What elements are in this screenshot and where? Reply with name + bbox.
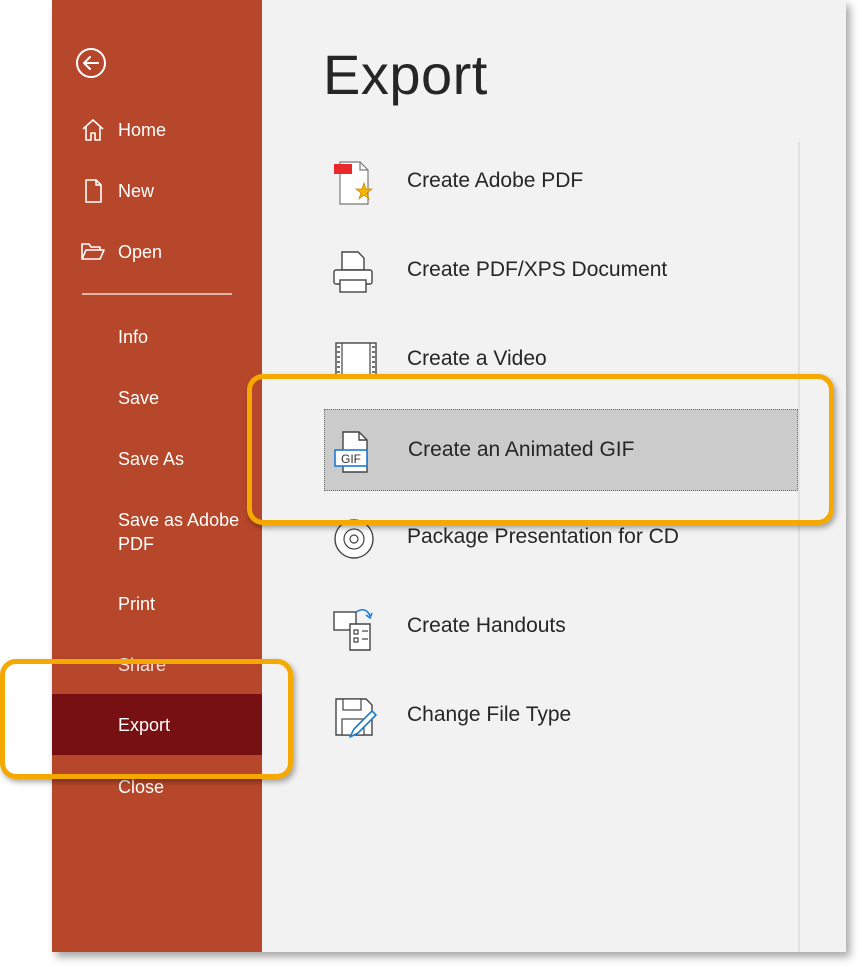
sidebar-item-print[interactable]: Print [52,579,262,629]
sidebar-item-info[interactable]: Info [52,312,262,362]
option-label: Create PDF/XPS Document [407,258,668,281]
option-create-handouts[interactable]: Create Handouts [324,586,796,668]
gif-icon-text: GIF [341,452,361,466]
cd-disc-icon [334,519,374,559]
sidebar-item-export[interactable]: Export [52,694,262,755]
open-folder-icon [81,243,105,260]
adobe-pdf-icon [334,161,374,205]
option-label: Create an Animated GIF [408,438,635,461]
option-create-adobe-pdf[interactable]: Create Adobe PDF [324,141,796,223]
option-label: Change File Type [407,703,572,726]
back-button[interactable] [75,47,107,79]
sidebar-item-label: Print [118,594,156,614]
sidebar-item-home[interactable]: Home [52,105,262,155]
video-film-icon [335,342,377,378]
new-document-icon [85,179,102,203]
gif-file-icon: GIF [334,431,368,473]
backstage-sidebar: Home New Open Info Save Save As Save as … [52,0,262,952]
page-title: Export [323,43,488,106]
sidebar-item-save-as-adobe-pdf[interactable]: Save as Adobe PDF [52,500,262,562]
sidebar-item-label: Save [118,388,160,408]
back-arrow-icon [76,48,106,78]
sidebar-item-close[interactable]: Close [52,762,262,812]
sidebar-item-label: Share [118,655,167,675]
option-change-file-type[interactable]: Change File Type [324,675,796,757]
handouts-icon [333,608,373,651]
sidebar-item-label: Info [118,327,149,347]
panel-divider [798,142,800,952]
sidebar-item-label: Open [118,242,163,262]
backstage-window: Home New Open Info Save Save As Save as … [52,0,846,952]
sidebar-item-share[interactable]: Share [52,640,262,690]
option-create-pdf-xps[interactable]: Create PDF/XPS Document [324,230,796,312]
printer-document-icon [333,251,373,293]
option-label: Create a Video [407,347,547,370]
option-package-for-cd[interactable]: Package Presentation for CD [324,497,796,579]
sidebar-item-save-as[interactable]: Save As [52,434,262,484]
sidebar-item-label: Home [118,120,167,140]
sidebar-item-label: Save as Adobe PDF [118,510,240,554]
option-label: Package Presentation for CD [407,525,679,548]
sidebar-item-open[interactable]: Open [52,227,262,277]
option-label: Create Handouts [407,614,566,637]
sidebar-item-new[interactable]: New [52,166,262,216]
option-create-video[interactable]: Create a Video [324,319,796,401]
home-icon [82,119,104,141]
option-create-animated-gif[interactable]: GIF Create an Animated GIF [324,409,798,491]
sidebar-item-label: New [118,181,155,201]
export-panel: Export Create Adobe PDF Create PDF/XPS D… [262,0,846,952]
sidebar-item-label: Save As [118,449,185,469]
option-label: Create Adobe PDF [407,169,584,192]
sidebar-item-save[interactable]: Save [52,373,262,423]
sidebar-item-label: Export [118,715,171,735]
sidebar-item-label: Close [118,777,165,797]
sidebar-divider [82,293,232,295]
change-file-type-icon [335,698,377,738]
